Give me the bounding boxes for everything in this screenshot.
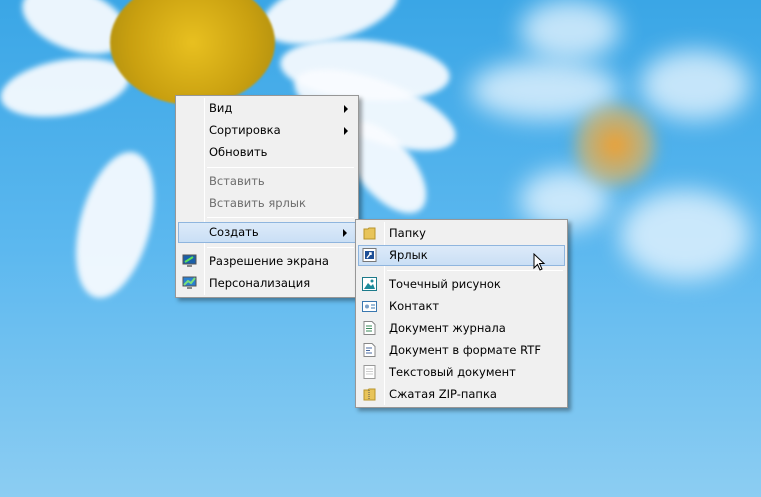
display-settings-icon — [182, 254, 197, 268]
menu-item-label: Разрешение экрана — [209, 254, 329, 268]
menu-item-label: Обновить — [209, 145, 268, 159]
menu-item-label: Точечный рисунок — [389, 277, 501, 291]
menu-item-label: Документ в формате RTF — [389, 343, 541, 357]
menu-separator — [207, 247, 354, 248]
menu-separator — [207, 167, 354, 168]
submenu-item-bitmap[interactable]: Точечный рисунок — [358, 274, 565, 295]
text-document-icon — [362, 365, 377, 379]
menu-item-label: Сортировка — [209, 123, 281, 137]
submenu-arrow-icon — [344, 127, 348, 135]
create-submenu: Папку Ярлык Точечный рисунок Контакт Док… — [355, 219, 568, 408]
menu-item-label: Вставить — [209, 174, 265, 188]
submenu-item-journal[interactable]: Документ журнала — [358, 318, 565, 339]
personalization-icon — [182, 276, 197, 290]
submenu-item-contact[interactable]: Контакт — [358, 296, 565, 317]
desktop-context-menu: Вид Сортировка Обновить Вставить Вставит… — [175, 95, 359, 298]
shortcut-icon — [362, 248, 377, 262]
menu-item-label: Папку — [389, 226, 426, 240]
menu-separator — [207, 217, 354, 218]
submenu-arrow-icon — [343, 229, 347, 237]
menu-item-paste-shortcut: Вставить ярлык — [178, 193, 356, 214]
menu-item-sort[interactable]: Сортировка — [178, 120, 356, 141]
submenu-item-rtf[interactable]: Документ в формате RTF — [358, 340, 565, 361]
submenu-item-zip[interactable]: Сжатая ZIP-папка — [358, 384, 565, 405]
menu-item-refresh[interactable]: Обновить — [178, 142, 356, 163]
bitmap-image-icon — [362, 277, 377, 291]
menu-item-label: Персонализация — [209, 276, 311, 290]
rtf-document-icon — [362, 343, 377, 357]
menu-item-personalize[interactable]: Персонализация — [178, 273, 356, 294]
submenu-item-folder[interactable]: Папку — [358, 223, 565, 244]
menu-item-new[interactable]: Создать — [178, 222, 356, 243]
menu-item-label: Вставить ярлык — [209, 196, 306, 210]
mouse-cursor-icon — [533, 253, 546, 271]
zip-folder-icon — [362, 387, 377, 401]
menu-item-label: Текстовый документ — [389, 365, 516, 379]
contact-icon — [362, 299, 377, 313]
folder-icon — [362, 226, 377, 240]
menu-item-label: Документ журнала — [389, 321, 506, 335]
submenu-arrow-icon — [344, 105, 348, 113]
journal-document-icon — [362, 321, 377, 335]
submenu-item-text[interactable]: Текстовый документ — [358, 362, 565, 383]
menu-item-label: Сжатая ZIP-папка — [389, 387, 497, 401]
menu-item-label: Контакт — [389, 299, 440, 313]
menu-item-screen-resolution[interactable]: Разрешение экрана — [178, 251, 356, 272]
menu-item-label: Создать — [209, 225, 259, 239]
menu-item-label: Вид — [209, 101, 233, 115]
menu-item-paste: Вставить — [178, 171, 356, 192]
menu-item-view[interactable]: Вид — [178, 98, 356, 119]
menu-item-label: Ярлык — [389, 248, 428, 262]
